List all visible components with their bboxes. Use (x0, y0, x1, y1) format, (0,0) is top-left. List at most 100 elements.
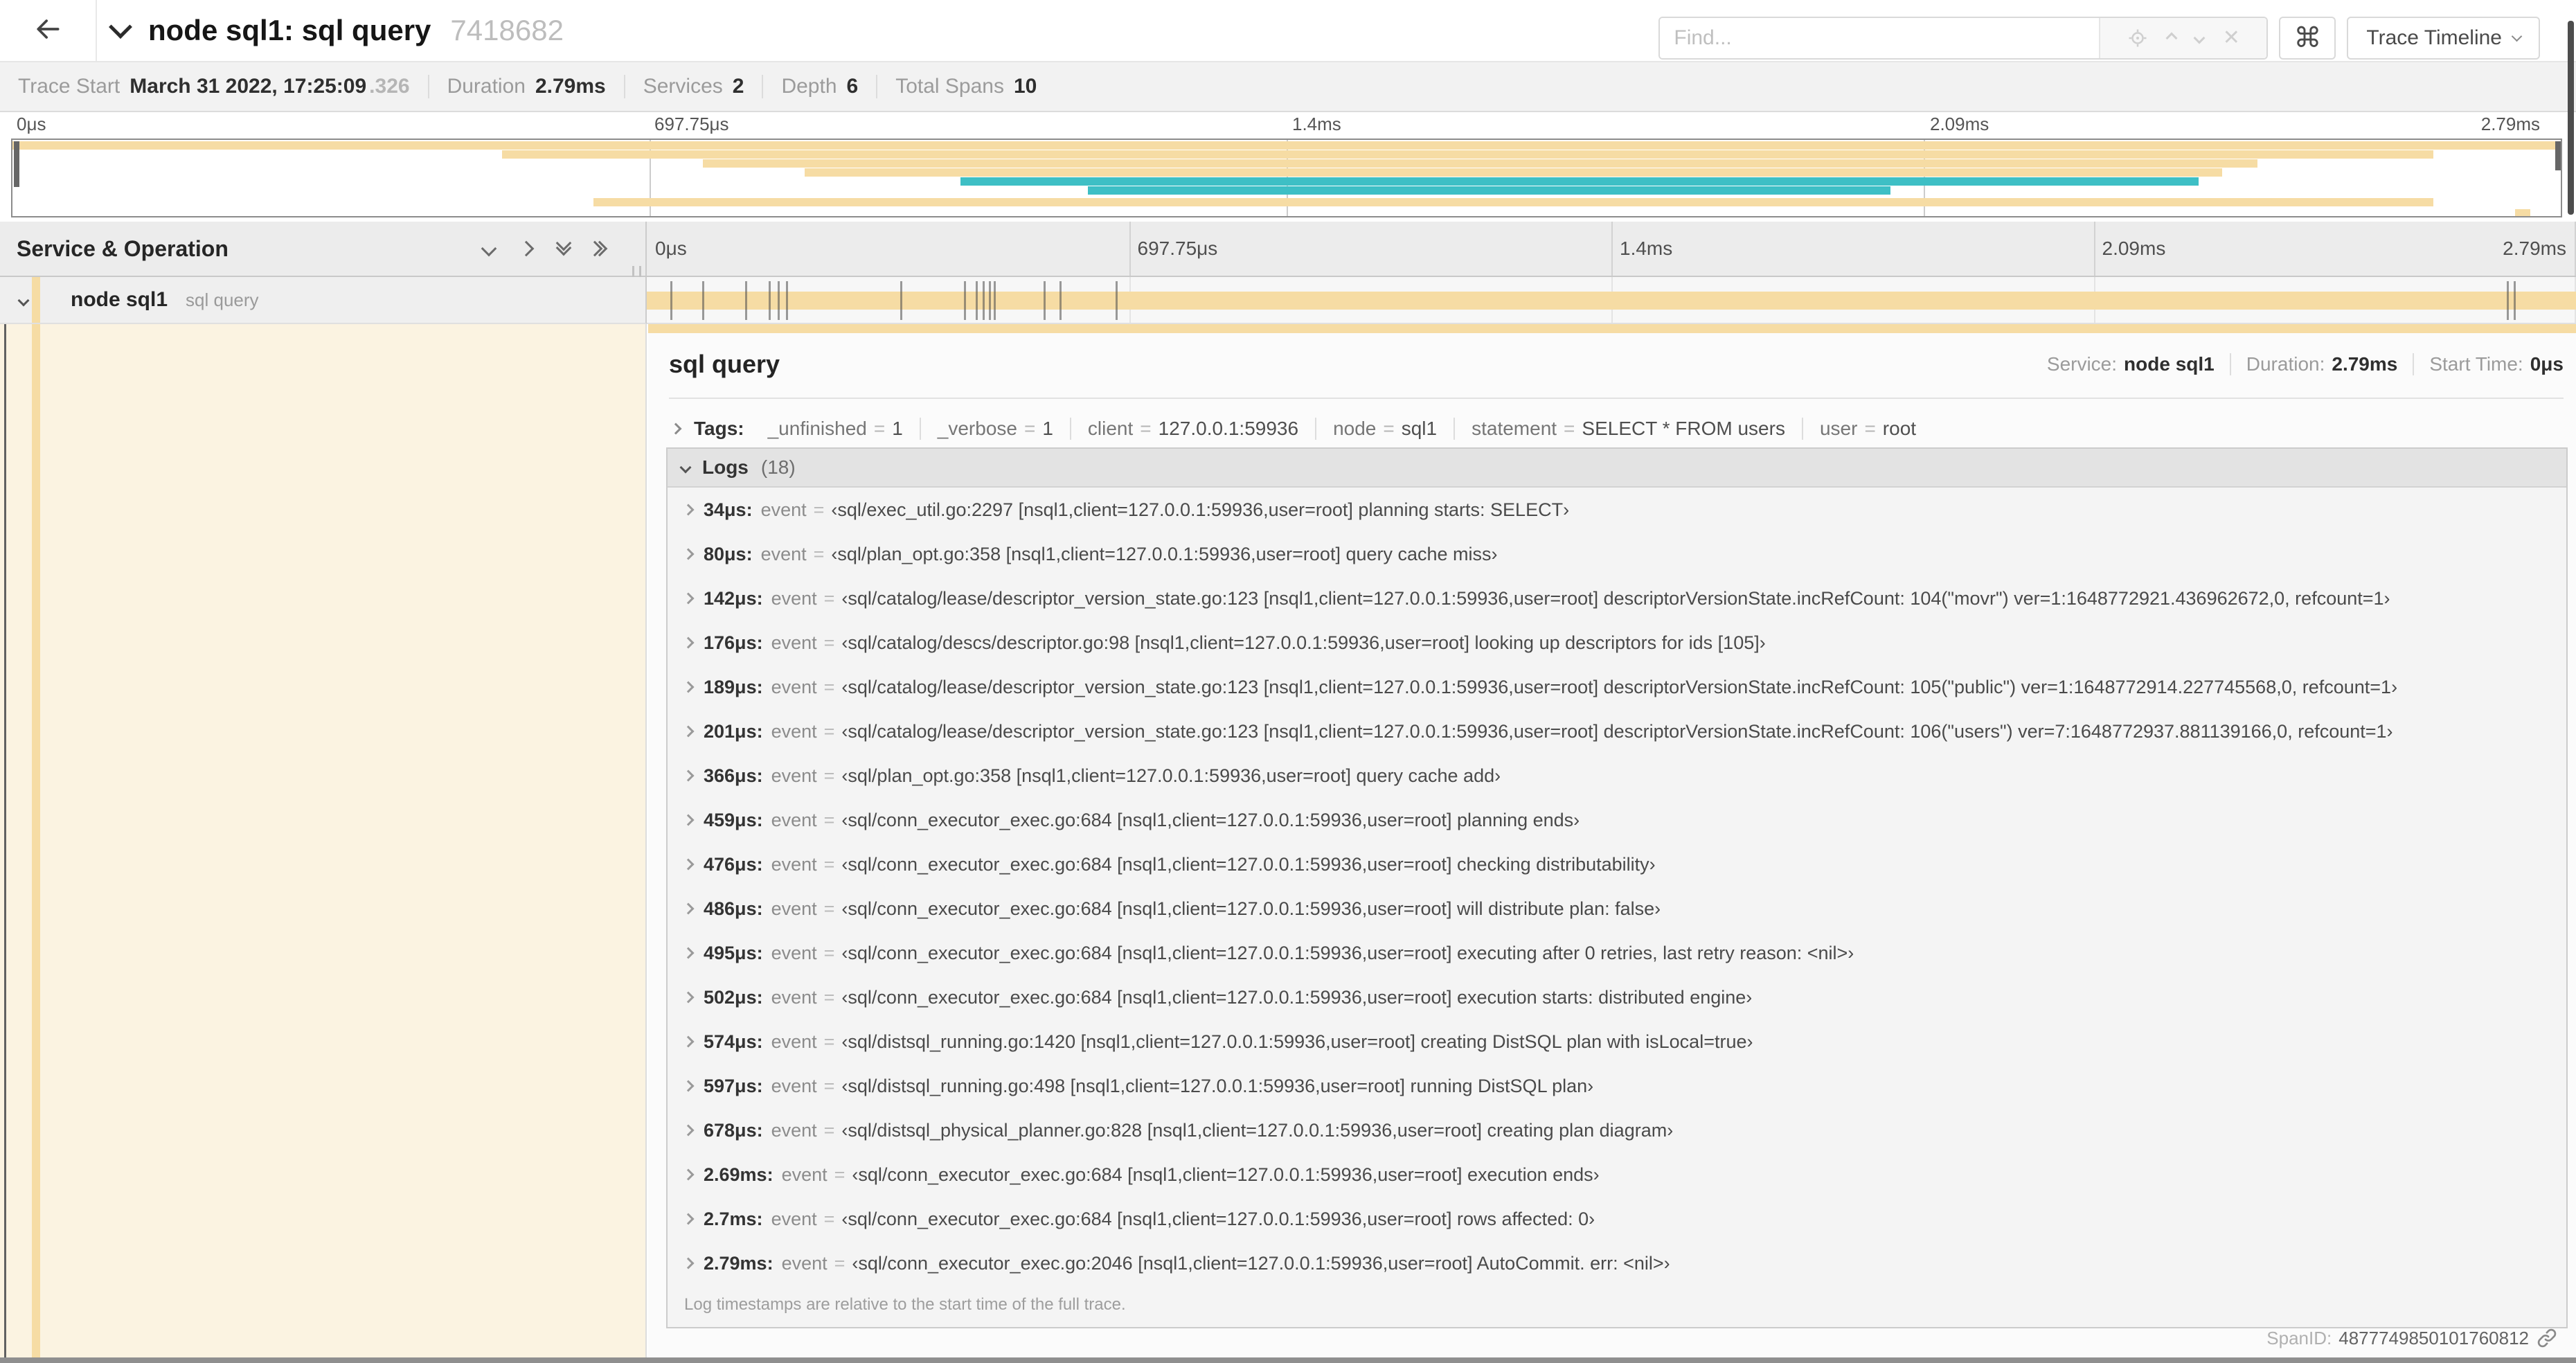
log-entry-row[interactable]: 189μs: event = ‹sql/catalog/lease/descripto… (668, 665, 2566, 709)
detail-span-bar (648, 324, 2576, 333)
divider (919, 418, 921, 440)
trace-info-label: Depth (781, 75, 837, 98)
log-marker[interactable] (670, 281, 672, 320)
log-field-value: ‹sql/catalog/lease/descriptor_version_st… (841, 720, 2393, 742)
log-marker[interactable] (989, 281, 992, 320)
log-timestamp: 80μs: (704, 543, 753, 564)
log-entry-row[interactable]: 34μs: event = ‹sql/exec_util.go:2297 [nsql1… (668, 488, 2566, 532)
keyboard-shortcuts-button[interactable]: ⌘ (2279, 17, 2336, 60)
log-entry-row[interactable]: 2.69ms: event = ‹sql/conn_executor_exec.go:… (668, 1152, 2566, 1197)
equals-sign: = (823, 676, 835, 697)
collapse-all-icon[interactable] (555, 235, 572, 256)
span-row[interactable]: node sql1 sql query (0, 277, 2576, 324)
log-entry-row[interactable]: 201μs: event = ‹sql/catalog/lease/descripto… (668, 709, 2566, 754)
log-marker[interactable] (900, 281, 902, 320)
expand-all-icon[interactable] (587, 240, 608, 257)
ruler-gridline (1129, 222, 1131, 276)
tag-value: SELECT * FROM users (1582, 418, 1785, 439)
collapse-children-icon[interactable] (17, 294, 30, 307)
divider (1454, 418, 1456, 440)
log-marker[interactable] (785, 281, 788, 320)
trace-timeline-view: node sql1: sql query 7418682 ✕ ⌘ Trace T… (0, 0, 2576, 1363)
page-title: node sql1: sql query (148, 14, 431, 46)
log-entry-row[interactable]: 597μs: event = ‹sql/distsql_running.go:498 … (668, 1064, 2566, 1108)
minimap-canvas[interactable] (11, 139, 2562, 217)
bottom-edge (0, 1357, 2576, 1363)
find-prev-icon[interactable] (2165, 32, 2178, 44)
minimap-span-bar (703, 159, 2258, 168)
log-marker[interactable] (1115, 281, 1118, 320)
log-marker[interactable] (964, 281, 967, 320)
log-marker[interactable] (701, 281, 704, 320)
chevron-right-icon (682, 681, 695, 693)
log-marker[interactable] (994, 281, 996, 320)
log-entry-row[interactable]: 459μs: event = ‹sql/conn_executor_exec.go:6… (668, 798, 2566, 842)
span-row-name-cell[interactable]: node sql1 sql query (0, 277, 647, 324)
log-entry-row[interactable]: 80μs: event = ‹sql/plan_opt.go:358 [nsql1,c… (668, 532, 2566, 576)
log-marker[interactable] (1059, 281, 1062, 320)
minimap-span-bar (2514, 209, 2530, 216)
logs-header[interactable]: Logs (18) (668, 449, 2566, 488)
log-entry-row[interactable]: 176μs: event = ‹sql/catalog/descs/descripto… (668, 621, 2566, 665)
log-entry-row[interactable]: 2.79ms: event = ‹sql/conn_executor_exec.go:… (668, 1241, 2566, 1285)
collapse-one-icon[interactable] (481, 240, 497, 257)
equals-sign: = (823, 1031, 835, 1052)
log-entry-row[interactable]: 366μs: event = ‹sql/plan_opt.go:358 [nsql1,… (668, 754, 2566, 798)
log-marker[interactable] (777, 281, 780, 320)
tags-row[interactable]: Tags: _unfinished = 1 _verbose = 1 client = 127.… (670, 409, 1916, 449)
log-field-value: ‹sql/conn_executor_exec.go:2046 [nsql1,c… (852, 1252, 1670, 1274)
log-field-value: ‹sql/conn_executor_exec.go:684 [nsql1,cl… (841, 942, 1854, 963)
span-id-label: SpanID: (2266, 1327, 2332, 1348)
view-selector-button[interactable]: Trace Timeline (2347, 17, 2540, 60)
span-duration-bar[interactable] (647, 292, 2576, 310)
find-input[interactable] (1660, 18, 2100, 58)
log-entry-row[interactable]: 495μs: event = ‹sql/conn_executor_exec.go:6… (668, 931, 2566, 975)
deep-link-icon[interactable] (2536, 1327, 2558, 1349)
log-entry-row[interactable]: 2.7ms: event = ‹sql/conn_executor_exec.go:6… (668, 1197, 2566, 1241)
span-color-stripe (32, 277, 40, 323)
divider (762, 75, 764, 98)
log-entry-row[interactable]: 502μs: event = ‹sql/conn_executor_exec.go:6… (668, 975, 2566, 1019)
minimap-left-scrubber[interactable] (14, 141, 19, 187)
tag-key: _verbose (937, 418, 1017, 439)
chevron-right-icon (682, 1257, 695, 1270)
span-bar-area[interactable] (647, 277, 2576, 324)
back-button[interactable] (0, 0, 97, 61)
span-operation-name: sql query (186, 289, 259, 310)
log-marker[interactable] (983, 281, 985, 320)
clear-find-icon[interactable]: ✕ (2223, 28, 2240, 48)
log-field-name: event (771, 587, 817, 609)
log-marker[interactable] (768, 281, 771, 320)
collapse-trace-icon[interactable] (109, 15, 132, 39)
log-field-value: ‹sql/conn_executor_exec.go:684 [nsql1,cl… (852, 1164, 1600, 1185)
tree-indent-guide (4, 324, 6, 1357)
locate-icon[interactable] (2127, 28, 2148, 48)
log-timestamp: 574μs: (704, 1031, 763, 1052)
tag-key: user (1819, 418, 1858, 439)
log-timestamp: 486μs: (704, 898, 763, 919)
minimap-right-scrubber[interactable] (2555, 141, 2561, 170)
ruler-tick-label: 1.4ms (1620, 238, 1673, 259)
find-next-icon[interactable] (2193, 32, 2206, 44)
divider (1315, 418, 1317, 440)
expand-one-icon[interactable] (518, 240, 535, 257)
equals-sign: = (813, 543, 825, 564)
log-marker[interactable] (1044, 281, 1046, 320)
log-entry-row[interactable]: 678μs: event = ‹sql/distsql_physical_planne… (668, 1108, 2566, 1152)
log-entry-row[interactable]: 476μs: event = ‹sql/conn_executor_exec.go:6… (668, 842, 2566, 887)
log-marker[interactable] (2507, 281, 2510, 320)
log-entry-row[interactable]: 574μs: event = ‹sql/distsql_running.go:1420… (668, 1019, 2566, 1064)
tag-item: node = sql1 (1333, 418, 1437, 440)
scrollbar-thumb[interactable] (2568, 21, 2574, 215)
log-marker[interactable] (976, 281, 978, 320)
log-marker[interactable] (744, 281, 747, 320)
span-detail-panel: sql query Service: node sql1 Duration: 2.79… (648, 324, 2576, 1357)
detail-meta-label: Duration: (2246, 353, 2325, 375)
chevron-right-icon (682, 1213, 695, 1225)
log-entry-row[interactable]: 142μs: event = ‹sql/catalog/lease/descripto… (668, 576, 2566, 621)
log-field-value: ‹sql/plan_opt.go:358 [nsql1,client=127.0… (841, 765, 1501, 786)
log-field-name: event (771, 986, 817, 1008)
minimap-span-bar (805, 168, 2222, 177)
log-entry-row[interactable]: 486μs: event = ‹sql/conn_executor_exec.go:6… (668, 887, 2566, 931)
log-marker[interactable] (2514, 281, 2516, 320)
